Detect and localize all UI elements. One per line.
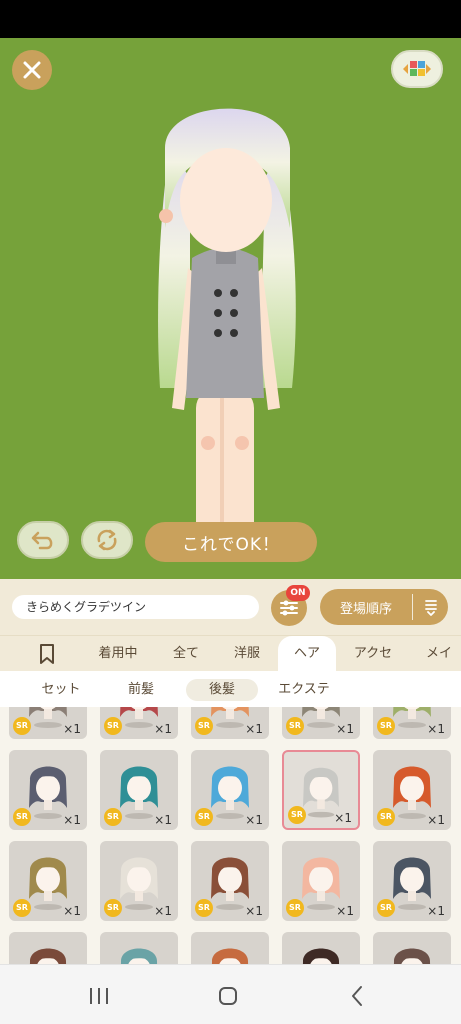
item-quantity: ×1 [427, 904, 445, 918]
close-icon [23, 61, 41, 79]
sliders-icon [280, 600, 298, 616]
item-quantity: ×1 [63, 722, 81, 736]
item-quantity: ×1 [154, 813, 172, 827]
item-quantity: ×1 [245, 813, 263, 827]
rarity-badge: SR [286, 717, 304, 735]
subtab-set[interactable]: セット [22, 679, 100, 701]
home-button[interactable] [213, 983, 243, 1009]
sort-order-label: 登場順序 [339, 601, 392, 617]
hair-item-card[interactable]: SR ×1 [282, 707, 360, 739]
rarity-badge: SR [288, 806, 306, 824]
hair-item-card[interactable]: SR ×1 [282, 750, 360, 830]
confirm-outfit-button[interactable]: これでOK！ [145, 522, 317, 562]
hair-item-card[interactable]: SR ×1 [191, 841, 269, 921]
close-button[interactable] [12, 50, 52, 90]
rarity-badge: SR [104, 899, 122, 917]
hair-item-card[interactable]: SR ×1 [373, 707, 451, 739]
hair-item-card[interactable]: SR ×1 [191, 707, 269, 739]
hair-item-card[interactable]: SR ×1 [9, 707, 87, 739]
back-icon [352, 986, 362, 1006]
system-nav-bar [0, 964, 461, 1024]
hair-thumbnail [120, 948, 158, 964]
subtab-extensions[interactable]: エクステ [266, 679, 342, 701]
bookmark-icon [40, 644, 54, 664]
rarity-badge: SR [13, 808, 31, 826]
recent-apps-icon [90, 988, 108, 1004]
grid-layout-icon [403, 61, 431, 76]
hair-item-card[interactable] [100, 932, 178, 964]
subtab-back-hair[interactable]: 後髪 [186, 679, 258, 701]
rarity-badge: SR [286, 899, 304, 917]
hair-item-card[interactable]: SR ×1 [9, 750, 87, 830]
tab-all[interactable]: 全て [158, 636, 214, 672]
rarity-badge: SR [377, 808, 395, 826]
sort-direction-toggle[interactable] [413, 598, 448, 616]
tab-makeup[interactable]: メイク [412, 636, 461, 697]
category-tabs: 着用中 全て 洋服 ヘア アクセ メイク [0, 635, 461, 697]
hair-item-card[interactable] [373, 932, 451, 964]
recent-apps-button[interactable] [84, 983, 114, 1009]
rarity-badge: SR [104, 808, 122, 826]
home-icon [219, 987, 237, 1005]
item-quantity: ×1 [245, 722, 263, 736]
hair-item-card[interactable]: SR ×1 [373, 750, 451, 830]
tab-wearing[interactable]: 着用中 [84, 636, 152, 672]
hair-subtabs: セット 前髪 後髪 エクステ [0, 671, 461, 707]
hair-item-card[interactable] [191, 932, 269, 964]
hair-item-card[interactable]: SR ×1 [9, 841, 87, 921]
item-name-field[interactable]: きらめくグラデツイン [12, 595, 259, 619]
item-quantity: ×1 [427, 722, 445, 736]
status-bar [0, 0, 461, 38]
item-quantity: ×1 [63, 904, 81, 918]
sort-order-button[interactable]: 登場順序 [320, 589, 448, 625]
item-quantity: ×1 [154, 904, 172, 918]
rotate-button[interactable] [81, 521, 133, 559]
rotate-icon [97, 529, 117, 551]
avatar-character [158, 108, 296, 557]
hair-thumbnail [211, 948, 249, 964]
back-button[interactable] [342, 983, 372, 1009]
layout-toggle-button[interactable] [391, 50, 443, 88]
item-quantity: ×1 [334, 811, 352, 825]
rarity-badge: SR [377, 717, 395, 735]
tab-bookmark[interactable] [36, 643, 58, 665]
item-search-bar: きらめくグラデツイン ON 登場順序 [0, 579, 461, 635]
hair-item-card[interactable]: SR ×1 [191, 750, 269, 830]
hair-item-card[interactable] [282, 932, 360, 964]
hair-thumbnail [302, 948, 340, 964]
item-quantity: ×1 [336, 722, 354, 736]
hair-item-card[interactable]: SR ×1 [100, 707, 178, 739]
item-quantity: ×1 [427, 813, 445, 827]
tab-hair[interactable]: ヘア [278, 636, 336, 672]
rarity-badge: SR [13, 899, 31, 917]
item-quantity: ×1 [154, 722, 172, 736]
sort-order-icon [424, 600, 437, 616]
item-grid: SR ×1 SR ×1 SR ×1 SR ×1 SR ×1 SR ×1 SR ×1 SR ×1 SR ×1 SR ×1… [0, 707, 461, 964]
hair-item-card[interactable] [9, 932, 87, 964]
subtab-bangs[interactable]: 前髪 [108, 679, 174, 701]
dressup-stage: これでOK！ [0, 38, 461, 579]
rarity-badge: SR [13, 717, 31, 735]
undo-icon [31, 531, 53, 550]
filter-on-badge: ON [286, 585, 310, 601]
hair-thumbnail [29, 948, 67, 964]
hair-item-card[interactable]: SR ×1 [100, 750, 178, 830]
undo-button[interactable] [17, 521, 69, 559]
rarity-badge: SR [195, 899, 213, 917]
hair-item-card[interactable]: SR ×1 [282, 841, 360, 921]
item-quantity: ×1 [245, 904, 263, 918]
tab-clothes[interactable]: 洋服 [220, 636, 274, 672]
hair-item-card[interactable]: SR ×1 [373, 841, 451, 921]
hair-item-card[interactable]: SR ×1 [100, 841, 178, 921]
item-quantity: ×1 [336, 904, 354, 918]
rarity-badge: SR [195, 717, 213, 735]
rarity-badge: SR [377, 899, 395, 917]
hair-thumbnail [393, 948, 431, 964]
item-quantity: ×1 [63, 813, 81, 827]
rarity-badge: SR [195, 808, 213, 826]
rarity-badge: SR [104, 717, 122, 735]
tab-accessories[interactable]: アクセ [340, 636, 406, 672]
